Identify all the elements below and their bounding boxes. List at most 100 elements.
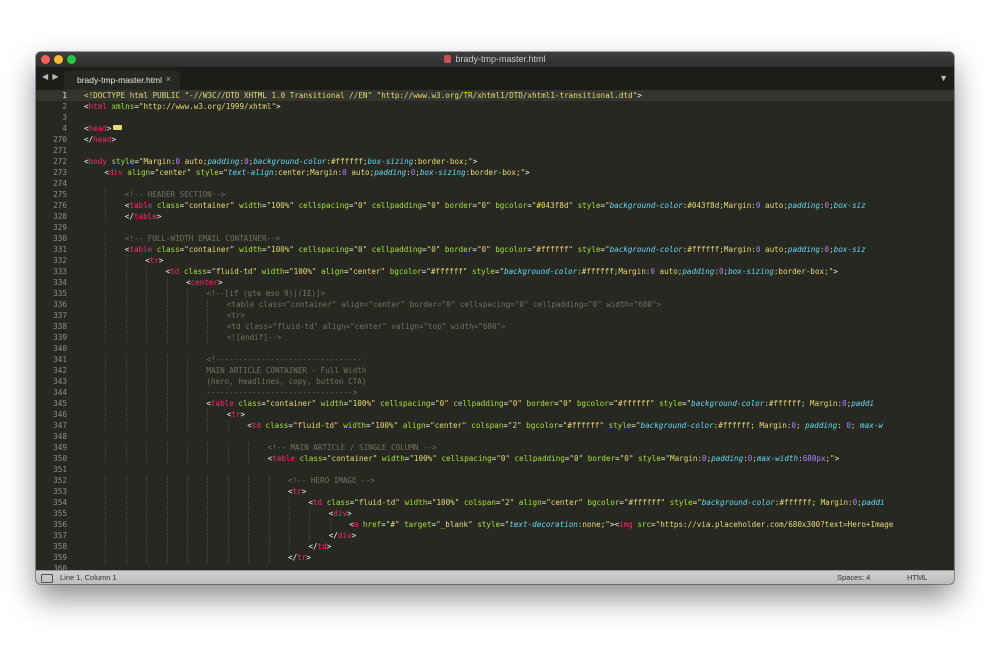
indent-guide — [166, 376, 168, 387]
code-line[interactable]: 270 </head> — [36, 134, 954, 145]
code-line[interactable]: 342 MAIN ARTICLE CONTAINER - Full Width — [36, 365, 954, 376]
code-line[interactable]: 2 <html xmlns="http://www.w3.org/1999/xht… — [36, 101, 954, 112]
tab-brady-tmp-master[interactable]: brady-tmp-master.html × — [64, 71, 180, 90]
line-number: 4 — [62, 124, 67, 133]
code-line[interactable]: 276 <table class="container" width="100%"… — [36, 200, 954, 211]
code-line[interactable]: 3 — [36, 112, 954, 123]
code-line[interactable]: 359 </tr> — [36, 552, 954, 563]
indent-guide — [309, 519, 311, 530]
cursor-position: Line 1, Column 1 — [60, 573, 117, 582]
code-text: <table class="container" width="100%" ce… — [124, 201, 866, 210]
indent-guide — [268, 508, 270, 519]
code-line[interactable]: 271 — [36, 145, 954, 156]
indent-guide — [166, 453, 168, 464]
code-line[interactable]: 333 <td class="fluid-td" width="100%" ali… — [36, 266, 954, 277]
code-text: <!--[if (gte mso 9)|(IE)]> — [206, 289, 326, 298]
code-line[interactable]: 348 — [36, 431, 954, 442]
indent-guide — [329, 519, 331, 530]
indent-guide — [227, 497, 229, 508]
code-line[interactable]: 358 </td> — [36, 541, 954, 552]
indent-guide — [105, 211, 107, 222]
code-text: <tr> — [226, 410, 246, 419]
code-line[interactable]: 356 <a href="#" target="_blank" style="te… — [36, 519, 954, 530]
line-number: 332 — [53, 256, 67, 265]
indent-guide — [146, 365, 148, 376]
syntax-selector[interactable]: HTML — [907, 573, 927, 582]
code-line[interactable]: 351 — [36, 464, 954, 475]
indent-guide — [187, 552, 188, 563]
code-line[interactable]: 4 <head> — [36, 123, 954, 134]
code-text: <!-- MAIN ARTICLE / SINGLE COLUMN --> — [267, 443, 437, 452]
tab-menu-icon[interactable]: ▼ — [939, 73, 948, 83]
indent-guide — [105, 321, 107, 332]
code-line[interactable]: 329 — [36, 222, 954, 233]
indent-guide — [166, 288, 168, 299]
indent-guide — [248, 508, 250, 519]
code-line[interactable]: 1 <!DOCTYPE html PUBLIC "-//W3C//DTD XHTM… — [36, 90, 954, 101]
code-line[interactable]: 335 <!--[if (gte mso 9)|(IE)]> — [36, 288, 954, 299]
indent-guide — [187, 299, 188, 310]
code-line[interactable]: 274 — [36, 178, 954, 189]
indent-guide — [125, 486, 127, 497]
tab-nav-arrows-icon[interactable]: ◀ ▶ — [42, 72, 60, 81]
indent-guide — [146, 442, 148, 453]
code-line[interactable]: 341 <!-------------------------------- — [36, 354, 954, 365]
line-number: 3 — [62, 113, 67, 122]
indent-guide — [268, 497, 270, 508]
code-line[interactable]: 331 <table class="container" width="100%"… — [36, 244, 954, 255]
code-line[interactable]: 337 <tr> — [36, 310, 954, 321]
line-number: 272 — [53, 157, 67, 166]
window-title: brady-tmp-master.html — [36, 53, 954, 66]
code-editor[interactable]: 1 <!DOCTYPE html PUBLIC "-//W3C//DTD XHTM… — [36, 90, 954, 570]
panel-toggle-icon[interactable] — [41, 574, 53, 583]
code-line[interactable]: 336 <table class="container" align="cente… — [36, 299, 954, 310]
code-line[interactable]: 354 <td class="fluid-td" width="100%" col… — [36, 497, 954, 508]
indent-guide — [166, 442, 168, 453]
line-number: 1 — [62, 91, 67, 100]
code-line[interactable]: 330 <!-- FULL-WIDTH EMAIL CONTAINER--> — [36, 233, 954, 244]
indent-guide — [146, 321, 148, 332]
code-line[interactable]: 349 <!-- MAIN ARTICLE / SINGLE COLUMN --> — [36, 442, 954, 453]
code-line[interactable]: 338 <td class="fluid-td" align="center" v… — [36, 321, 954, 332]
code-line[interactable]: 353 <tr> — [36, 486, 954, 497]
indent-guide — [166, 519, 168, 530]
indent-guide — [125, 530, 127, 541]
code-line[interactable]: 350 <table class="container" width="100%"… — [36, 453, 954, 464]
indentation-setting[interactable]: Spaces: 4 — [837, 573, 870, 582]
code-line[interactable]: 360 — [36, 563, 954, 570]
code-line[interactable]: 345 <table class="container" width="100%"… — [36, 398, 954, 409]
tab-close-icon[interactable]: × — [166, 74, 171, 84]
code-text: <table class="container" width="100%" ce… — [124, 245, 866, 254]
code-line[interactable]: 332 <tr> — [36, 255, 954, 266]
code-text: </td> — [308, 542, 332, 551]
line-number: 351 — [53, 465, 67, 474]
code-line[interactable]: 357 </div> — [36, 530, 954, 541]
code-line[interactable]: 352 <!-- HERO IMAGE --> — [36, 475, 954, 486]
indent-guide — [268, 475, 270, 486]
code-text: <!-- HEADER SECTION--> — [124, 190, 226, 199]
code-line[interactable]: 334 <center> — [36, 277, 954, 288]
indent-guide — [105, 233, 107, 244]
code-text: <!-- FULL-WIDTH EMAIL CONTAINER--> — [124, 234, 281, 243]
indent-guide — [227, 442, 229, 453]
indent-guide — [166, 321, 168, 332]
indent-guide — [146, 497, 148, 508]
code-line[interactable]: 272 <body style="Margin:0 auto;padding:0;… — [36, 156, 954, 167]
code-line[interactable]: 273 <div align="center" style="text-align… — [36, 167, 954, 178]
line-number: 347 — [53, 421, 67, 430]
code-line[interactable]: 275 <!-- HEADER SECTION--> — [36, 189, 954, 200]
indent-guide — [105, 387, 107, 398]
code-line[interactable]: 347 <td class="fluid-td" width="100%" ali… — [36, 420, 954, 431]
code-line[interactable]: 328 </table> — [36, 211, 954, 222]
code-line[interactable]: 346 <tr> — [36, 409, 954, 420]
indent-guide — [105, 541, 107, 552]
code-line[interactable]: 355 <div> — [36, 508, 954, 519]
code-line[interactable]: 344 --------------------------------> — [36, 387, 954, 398]
line-number: 2 — [62, 102, 67, 111]
status-bar: Line 1, Column 1 Spaces: 4 HTML — [36, 570, 954, 584]
line-number: 358 — [53, 542, 67, 551]
code-line[interactable]: 343 (hero, headlines, copy, button CTA) — [36, 376, 954, 387]
code-text: <div align="center" style="text-align:ce… — [104, 168, 530, 177]
code-line[interactable]: 340 — [36, 343, 954, 354]
code-line[interactable]: 339 <![endif]--> — [36, 332, 954, 343]
